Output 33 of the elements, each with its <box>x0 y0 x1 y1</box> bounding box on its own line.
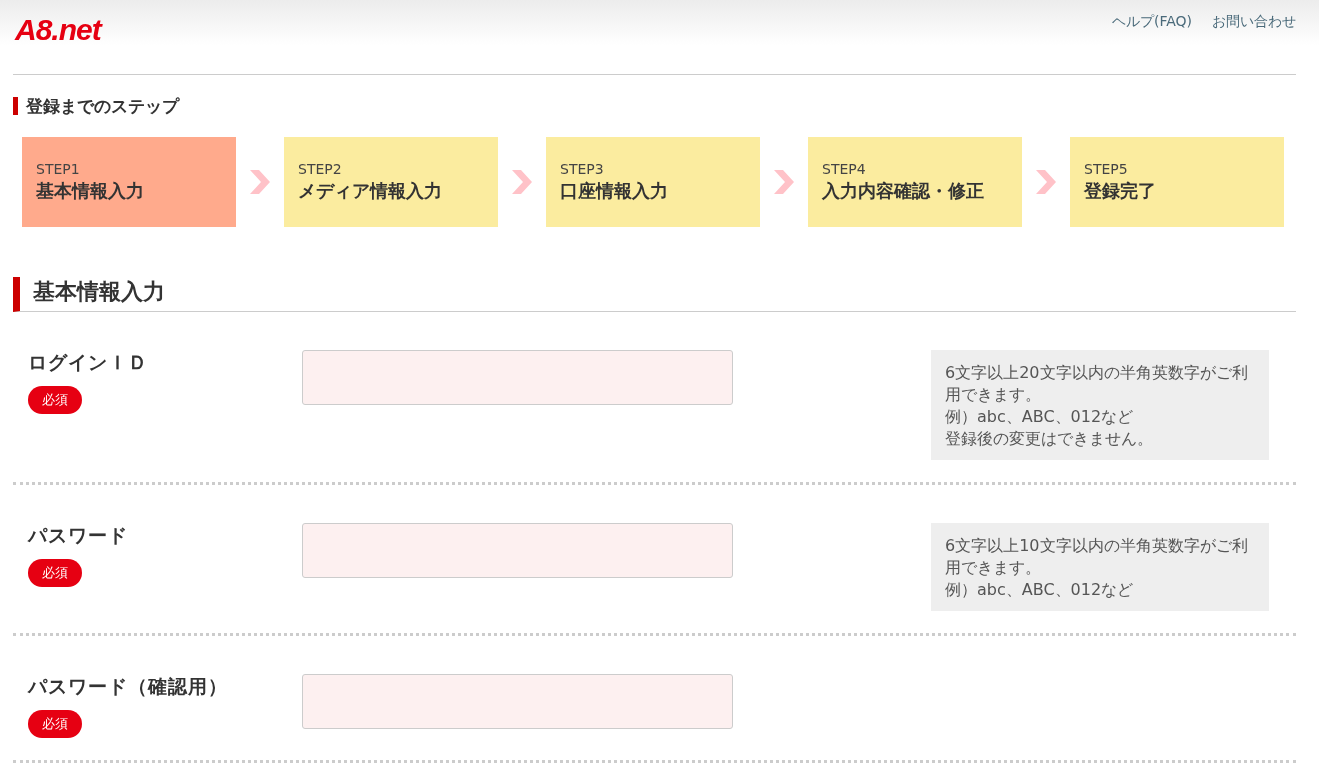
required-badge: 必須 <box>28 559 82 587</box>
step-label: 登録完了 <box>1084 179 1157 203</box>
input-field[interactable] <box>302 350 733 405</box>
hint-text: 登録後の変更はできません。 <box>945 428 1154 450</box>
header-link[interactable]: お問い合わせ <box>1212 13 1296 31</box>
chevron-icon <box>1036 170 1056 194</box>
step-number: STEP2 <box>298 161 343 177</box>
required-badge: 必須 <box>28 710 82 738</box>
chevron-icon <box>512 170 532 194</box>
chevron-icon <box>250 170 270 194</box>
input-field[interactable] <box>302 523 733 578</box>
chevron-icon <box>774 170 794 194</box>
hint-text: 例）abc、ABC、012など <box>945 579 1135 601</box>
step-number: STEP3 <box>560 161 605 177</box>
step-number: STEP1 <box>36 161 81 177</box>
step-label: メディア情報入力 <box>298 179 443 203</box>
step-label: 基本情報入力 <box>36 179 145 203</box>
step-number: STEP5 <box>1084 161 1129 177</box>
field-label: パスワード <box>28 523 129 548</box>
step-label: 入力内容確認・修正 <box>822 179 985 203</box>
required-badge: 必須 <box>28 386 82 414</box>
logo[interactable]: A8.net <box>15 13 101 47</box>
field-label: パスワード（確認用） <box>28 674 229 699</box>
steps-heading: 登録までのステップ <box>13 97 1286 115</box>
hint-text: 6文字以上20文字以内の半角英数字がご利用できます。 <box>945 362 1249 406</box>
input-field[interactable] <box>302 674 733 729</box>
field-label: ログインＩＤ <box>28 350 149 375</box>
step-label: 口座情報入力 <box>560 179 669 203</box>
step-number: STEP4 <box>822 161 867 177</box>
section-heading: 基本情報入力 <box>13 277 1296 312</box>
hint-text: 例）abc、ABC、012など <box>945 406 1135 428</box>
hint-text: 6文字以上10文字以内の半角英数字がご利用できます。 <box>945 535 1249 579</box>
header-link[interactable]: ヘルプ(FAQ) <box>1111 13 1192 31</box>
